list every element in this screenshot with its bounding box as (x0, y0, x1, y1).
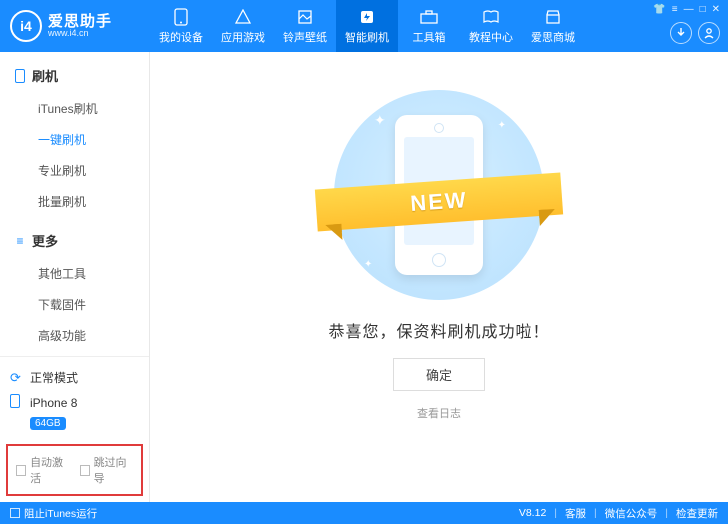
ribbon-text: NEW (315, 172, 563, 231)
brand-logo: i4 爱思助手 www.i4.cn (0, 10, 150, 42)
toolbox-icon (420, 8, 438, 26)
sidebar-item-itunes[interactable]: iTunes刷机 (0, 93, 149, 124)
top-nav: 我的设备 应用游戏 铃声壁纸 智能刷机 工具箱 教程中心 爱思商城 (150, 0, 584, 52)
nav-label: 智能刷机 (345, 29, 389, 45)
nav-devices[interactable]: 我的设备 (150, 0, 212, 52)
apps-icon (234, 8, 252, 26)
sidebar-item-pro[interactable]: 专业刷机 (0, 155, 149, 186)
group-title: 刷机 (32, 66, 58, 85)
window-controls: 👕 ≡ — □ ✕ (653, 4, 720, 15)
nav-label: 应用游戏 (221, 29, 265, 45)
nav-label: 工具箱 (413, 29, 446, 45)
storage-badge: 64GB (30, 417, 66, 430)
success-message: 恭喜您，保资料刷机成功啦！ (328, 318, 549, 342)
user-button[interactable] (698, 22, 720, 44)
download-button[interactable] (670, 22, 692, 44)
device-row[interactable]: iPhone 8 (10, 390, 139, 415)
nav-label: 我的设备 (159, 29, 203, 45)
nav-tutorial[interactable]: 教程中心 (460, 0, 522, 52)
sidebar-group-more: ≡ 更多 (0, 225, 149, 256)
sidebar-item-advanced[interactable]: 高级功能 (0, 320, 149, 351)
maximize-button[interactable]: □ (700, 4, 706, 15)
brand-url: www.i4.cn (48, 29, 112, 38)
store-icon (544, 8, 562, 26)
nav-label: 爱思商城 (531, 29, 575, 45)
menu-icon: ≡ (14, 234, 26, 248)
nav-label: 铃声壁纸 (283, 29, 327, 45)
footer-link-support[interactable]: 客服 (565, 506, 586, 521)
book-icon (482, 8, 500, 26)
device-name: iPhone 8 (30, 396, 77, 410)
check-skip-guide[interactable]: 跳过向导 (80, 454, 134, 486)
logo-icon: i4 (10, 10, 42, 42)
nav-store[interactable]: 爱思商城 (522, 0, 584, 52)
flash-icon (358, 8, 376, 26)
version-label: V8.12 (519, 507, 546, 519)
menu-icon[interactable]: ≡ (672, 4, 678, 15)
phone-outline-icon (14, 69, 26, 83)
refresh-icon: ⟳ (10, 370, 24, 386)
media-icon (296, 8, 314, 26)
nav-tools[interactable]: 工具箱 (398, 0, 460, 52)
close-button[interactable]: ✕ (712, 4, 720, 15)
nav-flash[interactable]: 智能刷机 (336, 0, 398, 52)
footer-link-wechat[interactable]: 微信公众号 (605, 506, 658, 521)
device-status: ⟳ 正常模式 iPhone 8 64GB (0, 356, 149, 438)
check-auto-activate[interactable]: 自动激活 (16, 454, 70, 486)
view-log-link[interactable]: 查看日志 (417, 405, 461, 421)
sidebar-item-other[interactable]: 其他工具 (0, 258, 149, 289)
sidebar: 刷机 iTunes刷机 一键刷机 专业刷机 批量刷机 ≡ 更多 其他工具 下载固… (0, 52, 150, 502)
bottom-checks: 自动激活 跳过向导 (6, 444, 143, 496)
sidebar-item-oneclick[interactable]: 一键刷机 (0, 124, 149, 155)
nav-label: 教程中心 (469, 29, 513, 45)
status-bar: 阻止iTunes运行 V8.12 | 客服 | 微信公众号 | 检查更新 (0, 502, 728, 524)
sparkle-icon: ✦ (498, 120, 506, 131)
main-panel: ✦ ✦ ✦ NEW 恭喜您，保资料刷机成功啦！ 确定 查看日志 (150, 52, 728, 502)
shirt-icon[interactable]: 👕 (653, 4, 665, 15)
footer-link-update[interactable]: 检查更新 (676, 506, 718, 521)
nav-apps[interactable]: 应用游戏 (212, 0, 274, 52)
app-header: i4 爱思助手 www.i4.cn 我的设备 应用游戏 铃声壁纸 智能刷机 工具… (0, 0, 728, 52)
ok-button[interactable]: 确定 (393, 358, 485, 391)
device-icon (10, 394, 24, 411)
sidebar-item-firmware[interactable]: 下载固件 (0, 289, 149, 320)
sparkle-icon: ✦ (374, 112, 386, 129)
ribbon: NEW (316, 178, 562, 226)
check-block-itunes[interactable]: 阻止iTunes运行 (10, 506, 97, 521)
sidebar-group-flash: 刷机 (0, 60, 149, 91)
sparkle-icon: ✦ (364, 259, 372, 270)
phone-icon (172, 8, 190, 26)
brand-name: 爱思助手 (48, 14, 112, 29)
sidebar-item-batch[interactable]: 批量刷机 (0, 186, 149, 217)
minimize-button[interactable]: — (684, 4, 694, 15)
group-title: 更多 (32, 231, 58, 250)
mode-row[interactable]: ⟳ 正常模式 (10, 365, 139, 390)
mode-label: 正常模式 (30, 369, 78, 386)
success-illustration: ✦ ✦ ✦ NEW (334, 90, 544, 300)
nav-media[interactable]: 铃声壁纸 (274, 0, 336, 52)
